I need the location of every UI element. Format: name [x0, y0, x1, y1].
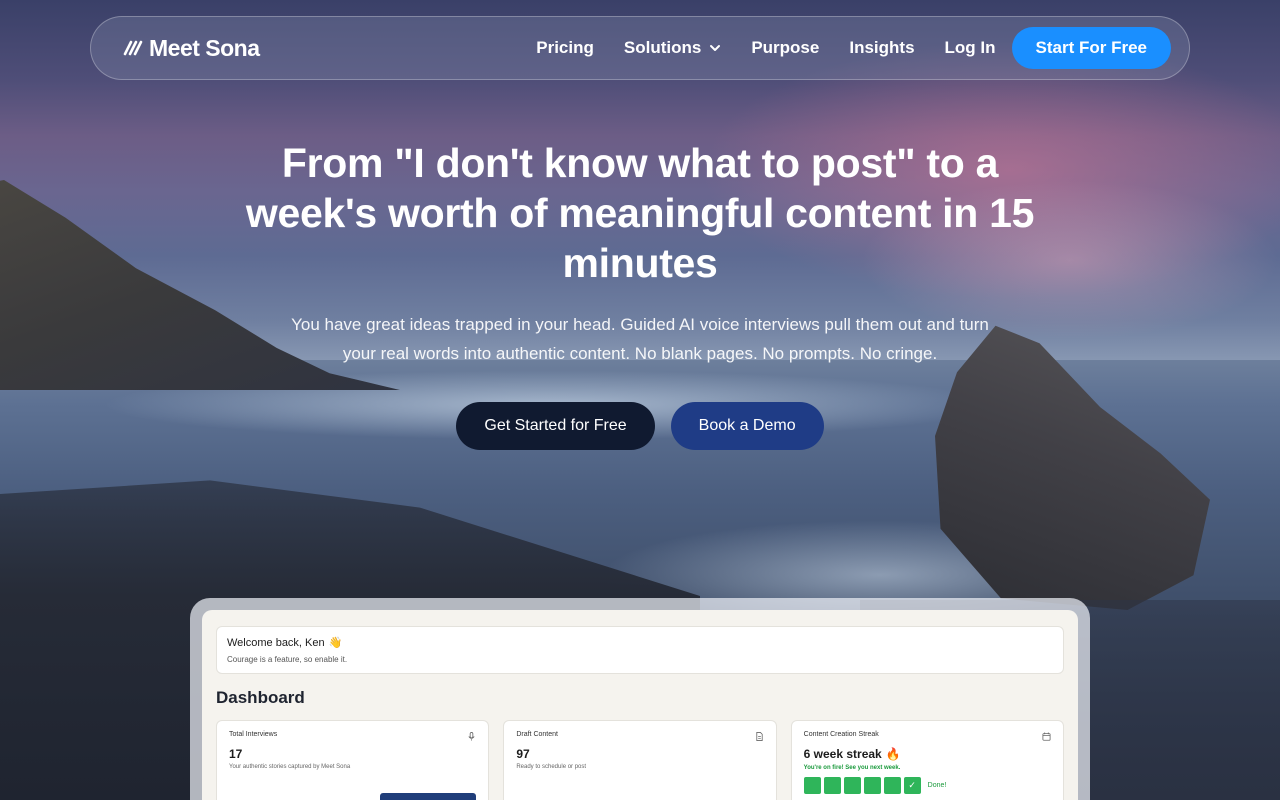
streak-done-label: Done!	[927, 782, 947, 789]
nav-link-insights[interactable]: Insights	[849, 38, 914, 58]
chevron-down-icon	[710, 45, 721, 51]
streak-week-cell	[843, 777, 861, 794]
nav-link-login[interactable]: Log In	[945, 38, 996, 58]
get-started-button[interactable]: Get Started for Free	[456, 402, 655, 450]
streak-week-cell	[803, 777, 821, 794]
card-label: Content Creation Streak	[803, 731, 879, 738]
start-for-free-button[interactable]: Start For Free	[1011, 27, 1171, 69]
content-streak-card: Content Creation Streak 6 week streak 🔥 …	[790, 720, 1064, 800]
nav-link-solutions[interactable]: Solutions	[624, 38, 721, 58]
total-interviews-card: Total Interviews 17 Your authentic stori…	[216, 720, 490, 800]
welcome-title: Welcome back, Ken 👋	[227, 636, 1053, 650]
calendar-icon	[1042, 732, 1051, 741]
hero: From "I don't know what to post" to a we…	[0, 138, 1280, 450]
dashboard-title: Dashboard	[216, 688, 305, 707]
book-demo-button[interactable]: Book a Demo	[670, 402, 824, 450]
nav-link-purpose[interactable]: Purpose	[751, 38, 819, 58]
brand-logo[interactable]: Meet Sona	[123, 35, 260, 62]
draft-content-card: Draft Content 97 Ready to schedule or po…	[503, 720, 777, 800]
streak-title-text: 6 week streak	[803, 747, 882, 761]
dashboard-preview-frame: Welcome back, Ken 👋 Courage is a feature…	[190, 598, 1090, 800]
document-icon	[756, 732, 763, 741]
streak-week-cell	[883, 777, 901, 794]
dashboard-preview: Welcome back, Ken 👋 Courage is a feature…	[202, 610, 1078, 800]
brand-name: Meet Sona	[149, 34, 260, 61]
card-label: Draft Content	[516, 731, 558, 738]
streak-title: 6 week streak 🔥	[804, 747, 1051, 761]
welcome-subtitle: Courage is a feature, so enable it.	[227, 655, 348, 664]
welcome-title-text: Welcome back, Ken	[227, 636, 325, 649]
stat-cards: Total Interviews 17 Your authentic stori…	[216, 720, 1064, 800]
card-description: Ready to schedule or post	[516, 764, 587, 770]
waving-hand-icon: 👋	[328, 637, 343, 649]
hero-subtitle: You have great ideas trapped in your hea…	[291, 315, 989, 363]
card-value: 17	[229, 747, 243, 761]
streak-weeks: ✓ Done!	[803, 777, 1051, 794]
welcome-banner: Welcome back, Ken 👋 Courage is a feature…	[216, 626, 1064, 674]
fire-icon: 🔥	[885, 747, 901, 761]
nav-links: Pricing Solutions Purpose Insights Log I…	[536, 38, 995, 58]
nav-link-pricing[interactable]: Pricing	[536, 38, 594, 58]
streak-subtitle: You're on fire! See you next week.	[803, 765, 901, 771]
card-action-button[interactable]	[380, 793, 477, 800]
top-navigation: Meet Sona Pricing Solutions Purpose Insi…	[90, 16, 1190, 80]
microphone-icon	[468, 732, 475, 741]
hero-title: From "I don't know what to post" to a we…	[245, 140, 1035, 286]
streak-week-cell	[823, 777, 841, 794]
card-description: Your authentic stories captured by Meet …	[229, 764, 351, 770]
checkmark-icon: ✓	[903, 777, 921, 794]
streak-week-cell	[863, 777, 881, 794]
stripes-logo-icon	[123, 40, 143, 56]
nav-link-solutions-label: Solutions	[623, 38, 702, 57]
card-value: 97	[516, 747, 530, 761]
card-label: Total Interviews	[229, 731, 278, 738]
hero-buttons: Get Started for Free Book a Demo	[0, 402, 1280, 450]
